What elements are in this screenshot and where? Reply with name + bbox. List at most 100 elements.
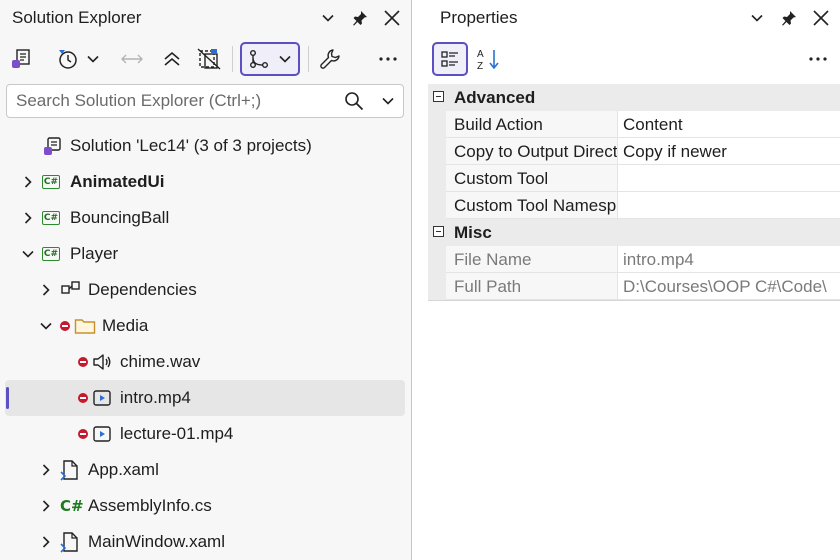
toolbar-separator — [308, 46, 309, 72]
search-button[interactable] — [341, 89, 367, 113]
search-options-dropdown[interactable] — [377, 89, 399, 113]
more-ellipsis-icon — [379, 57, 397, 61]
tree-item-label: AssemblyInfo.cs — [88, 496, 212, 515]
chevron-right-icon — [42, 536, 50, 548]
excluded-icon — [60, 308, 70, 344]
close-icon — [813, 10, 829, 26]
tree-item-label: chime.wav — [120, 352, 201, 371]
collapse-all-button[interactable] — [158, 42, 186, 76]
tree-item[interactable]: C# AnimatedUi — [0, 164, 405, 200]
xaml-file-icon — [60, 524, 80, 560]
more-ellipsis-icon — [809, 57, 827, 61]
tree-item-label: Player — [70, 244, 119, 263]
category-label: Advanced — [454, 88, 536, 107]
selection-indicator — [6, 387, 9, 409]
xaml-file-icon — [60, 452, 80, 488]
solution-icon — [42, 128, 64, 164]
solution-explorer-toolbar — [0, 40, 411, 78]
tree-item[interactable]: App.xaml — [0, 452, 405, 488]
property-category[interactable]: Advanced — [428, 84, 840, 111]
more-options-button[interactable] — [374, 42, 402, 76]
property-value: D:\Courses\OOP C#\Code\ — [618, 273, 840, 300]
tree-item[interactable]: Media — [0, 308, 405, 344]
expand-node-toggle[interactable] — [20, 164, 36, 200]
property-gutter — [428, 111, 446, 138]
collapse-all-icon — [164, 51, 180, 66]
svg-text:A: A — [477, 49, 484, 60]
pane-splitter[interactable] — [411, 0, 428, 560]
property-name: Full Path — [446, 273, 618, 300]
property-value[interactable]: Copy if newer — [618, 138, 840, 165]
sync-with-active-document-button[interactable] — [118, 42, 146, 76]
property-value[interactable] — [618, 192, 840, 219]
collapse-node-toggle[interactable] — [20, 236, 36, 272]
pending-changes-filter-button[interactable] — [52, 42, 104, 76]
property-gutter — [428, 138, 446, 165]
property-row[interactable]: Copy to Output DirectoryCopy if newer — [428, 138, 840, 165]
window-position-dropdown[interactable] — [315, 5, 341, 31]
property-row[interactable]: Full Path D:\Courses\OOP C#\Code\ — [428, 273, 840, 300]
categorized-view-button[interactable] — [432, 42, 468, 76]
show-all-files-button[interactable] — [194, 42, 224, 76]
expand-node-toggle[interactable] — [38, 272, 54, 308]
pin-button[interactable] — [347, 5, 373, 31]
csharp-file-icon: C# — [60, 497, 84, 515]
tree-item-label: BouncingBall — [70, 208, 170, 227]
property-row[interactable]: Custom Tool Namespace — [428, 192, 840, 219]
tree-item[interactable]: Solution 'Lec14' (3 of 3 projects) — [0, 128, 405, 164]
tree-item[interactable]: C# Player — [0, 236, 405, 272]
tree-item-label: Dependencies — [88, 280, 197, 299]
collapse-node-toggle[interactable] — [38, 308, 54, 344]
close-button[interactable] — [808, 5, 834, 31]
chevron-down-icon — [22, 250, 34, 258]
tree-item[interactable]: Dependencies — [0, 272, 405, 308]
csharp-project-icon: C# — [42, 211, 60, 225]
properties-title-buttons — [744, 0, 834, 36]
toolbar-separator — [232, 46, 233, 72]
property-name: File Name — [446, 246, 618, 273]
dependencies-icon — [60, 272, 82, 308]
tree-item[interactable]: C# AssemblyInfo.cs — [0, 488, 405, 524]
properties-toolbar: A Z — [428, 40, 840, 78]
window-position-dropdown[interactable] — [744, 5, 770, 31]
property-gutter — [428, 165, 446, 192]
property-row[interactable]: Custom Tool — [428, 165, 840, 192]
tree-item[interactable]: lecture-01.mp4 — [0, 416, 405, 452]
alphabetical-sort-button[interactable]: A Z — [474, 42, 504, 76]
expand-node-toggle[interactable] — [38, 452, 54, 488]
more-options-button[interactable] — [804, 42, 832, 76]
property-value[interactable]: Content — [618, 111, 840, 138]
chevron-right-icon — [42, 464, 50, 476]
categorized-icon — [441, 51, 458, 67]
wrench-icon — [320, 49, 340, 69]
tree-item-label: AnimatedUi — [70, 172, 165, 191]
tree-item[interactable]: chime.wav — [0, 344, 405, 380]
switch-views-button[interactable] — [6, 42, 36, 76]
search-solution-explorer-input[interactable]: Search Solution Explorer (Ctrl+;) — [6, 84, 404, 118]
property-value[interactable] — [618, 165, 840, 192]
property-row[interactable]: Build Action Content — [428, 111, 840, 138]
chevron-down-icon — [40, 322, 52, 330]
property-category[interactable]: Misc — [428, 219, 840, 246]
tree-item[interactable]: MainWindow.xaml — [0, 524, 405, 560]
branch-graph-icon — [250, 50, 268, 68]
expand-node-toggle[interactable] — [20, 200, 36, 236]
show-all-files-icon — [197, 48, 221, 70]
sort-alphabetical-icon: A Z — [477, 49, 499, 71]
tree-item[interactable]: C# BouncingBall — [0, 200, 405, 236]
tree-item[interactable]: intro.mp4 — [5, 380, 405, 416]
source-control-graph-button[interactable] — [240, 42, 300, 76]
solution-explorer-title-buttons — [315, 0, 405, 36]
expand-node-toggle[interactable] — [38, 488, 54, 524]
expand-node-toggle[interactable] — [38, 524, 54, 560]
category-label: Misc — [454, 223, 492, 242]
collapse-category-toggle[interactable] — [433, 91, 444, 102]
pin-button[interactable] — [776, 5, 802, 31]
close-button[interactable] — [379, 5, 405, 31]
property-name: Copy to Output Directory — [446, 138, 618, 165]
property-row[interactable]: File Name intro.mp4 — [428, 246, 840, 273]
collapse-category-toggle[interactable] — [433, 226, 444, 237]
properties-wrench-button[interactable] — [316, 42, 344, 76]
switch-views-icon — [12, 49, 30, 68]
property-gutter — [428, 246, 446, 273]
